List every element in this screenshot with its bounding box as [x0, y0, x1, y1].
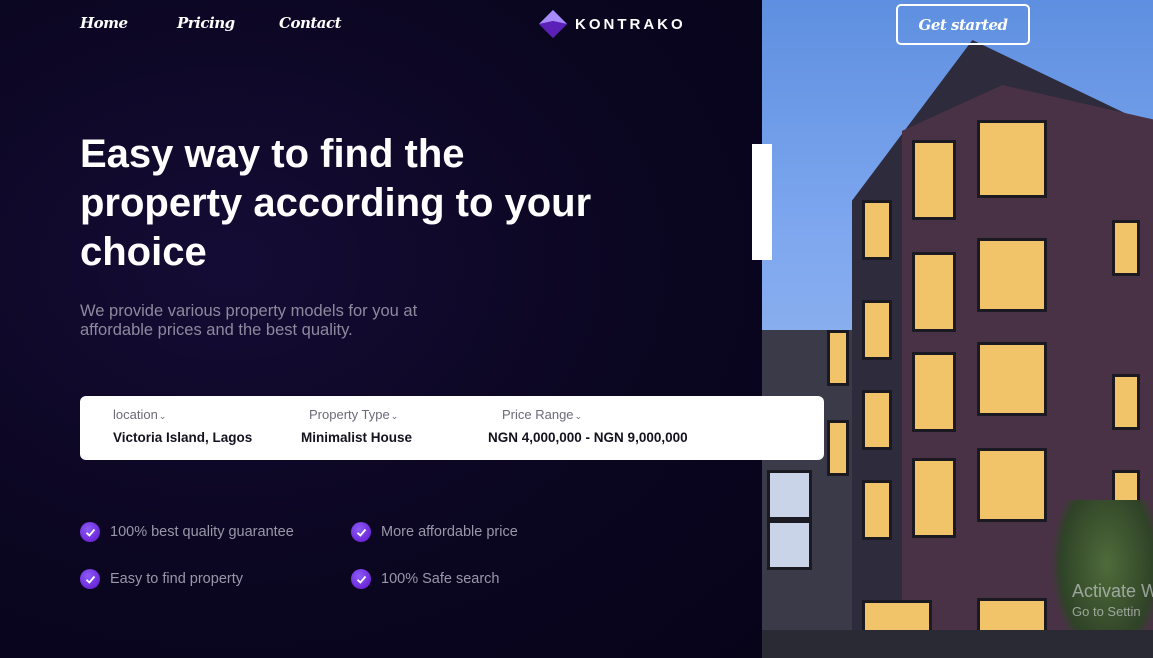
- building-window: [977, 342, 1047, 416]
- check-circle-icon: [351, 569, 371, 589]
- price-range-label-text: Price Range: [502, 407, 574, 422]
- nav-home-link[interactable]: Home: [80, 14, 128, 32]
- building-window: [1112, 374, 1140, 430]
- property-type-value: Minimalist House: [301, 430, 413, 445]
- hero-title: Easy way to find the property according …: [80, 132, 592, 274]
- building-window: [767, 520, 812, 570]
- building-window: [912, 252, 956, 332]
- property-search-bar: location⌄ Victoria Island, Lagos Propert…: [80, 396, 824, 460]
- check-circle-icon: [351, 522, 371, 542]
- building-window: [977, 448, 1047, 522]
- check-circle-icon: [80, 569, 100, 589]
- feature-item: 100% Safe search: [351, 569, 500, 589]
- kontrako-logo-icon: [539, 10, 567, 38]
- location-label-text: location: [113, 407, 158, 422]
- feature-text: 100% best quality guarantee: [110, 524, 294, 540]
- brand-name: KONTRAKO: [575, 15, 686, 33]
- building-window: [977, 238, 1047, 312]
- price-range-label[interactable]: Price Range⌄: [502, 407, 582, 422]
- building-window: [912, 458, 956, 538]
- building-window: [862, 300, 892, 360]
- watermark-line1: Activate W: [1072, 581, 1153, 601]
- chevron-down-icon: ⌄: [574, 411, 583, 421]
- building-window: [767, 470, 812, 520]
- building-window: [862, 480, 892, 540]
- nav-pricing-link[interactable]: Pricing: [177, 14, 235, 32]
- building-window: [827, 330, 849, 386]
- building-window: [977, 120, 1047, 198]
- feature-text: 100% Safe search: [381, 571, 500, 587]
- chevron-down-icon: ⌄: [390, 411, 399, 421]
- feature-text: Easy to find property: [110, 571, 243, 587]
- feature-item: 100% best quality guarantee: [80, 522, 294, 542]
- accent-bar: [752, 144, 772, 260]
- building-window: [862, 390, 892, 450]
- building-window: [1112, 220, 1140, 276]
- nav-contact-link[interactable]: Contact: [279, 14, 342, 32]
- watermark-line2: Go to Settin: [1072, 604, 1141, 619]
- street: [762, 630, 1153, 658]
- building-window: [912, 352, 956, 432]
- get-started-button[interactable]: Get started: [896, 4, 1030, 45]
- building-window: [862, 200, 892, 260]
- feature-item: Easy to find property: [80, 569, 243, 589]
- hero-subtitle: We provide various property models for y…: [80, 302, 418, 339]
- windows-activation-watermark: Activate W Go to Settin: [1072, 581, 1153, 619]
- building-photo: [762, 0, 1153, 658]
- check-circle-icon: [80, 522, 100, 542]
- chevron-down-icon: ⌄: [158, 411, 167, 421]
- location-value: Victoria Island, Lagos: [113, 430, 253, 445]
- price-range-value: NGN 4,000,000 - NGN 9,000,000: [488, 430, 688, 445]
- brand-logo[interactable]: KONTRAKO: [538, 9, 686, 39]
- location-label[interactable]: location⌄: [113, 407, 166, 422]
- feature-item: More affordable price: [351, 522, 518, 542]
- building-window: [912, 140, 956, 220]
- property-type-label-text: Property Type: [309, 407, 390, 422]
- property-type-label[interactable]: Property Type⌄: [309, 407, 398, 422]
- feature-text: More affordable price: [381, 524, 518, 540]
- building-window: [827, 420, 849, 476]
